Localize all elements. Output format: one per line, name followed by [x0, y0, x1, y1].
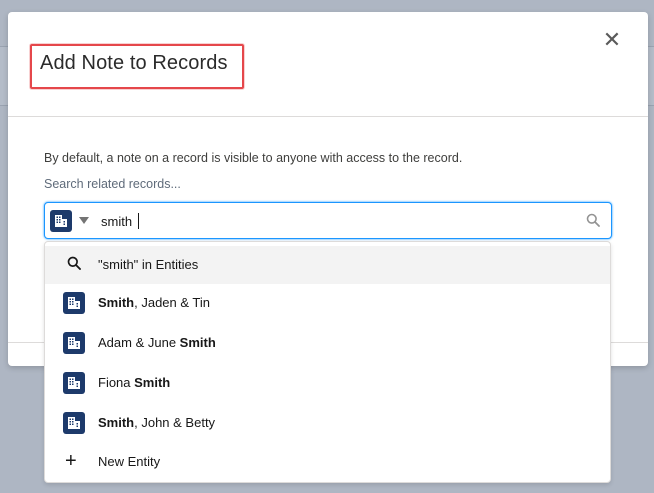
modal-header: Add Note to Records ✕ — [8, 12, 648, 117]
search-all-option[interactable]: "smith" in Entities — [45, 246, 610, 284]
chevron-down-icon[interactable] — [79, 217, 89, 224]
match-text: Smith — [134, 375, 171, 390]
search-input[interactable] — [101, 211, 561, 231]
result-item[interactable]: Smith, Jaden & Tin — [45, 284, 610, 322]
rest-text: Adam & June — [98, 335, 180, 350]
match-text: Smith — [98, 415, 135, 430]
result-label: Fiona Smith — [98, 375, 170, 390]
plus-icon: + — [65, 450, 77, 472]
rest-text: , Jaden & Tin — [134, 295, 211, 310]
result-item[interactable]: Smith, John & Betty — [45, 404, 610, 442]
entity-icon[interactable] — [50, 210, 72, 232]
text-cursor — [138, 213, 139, 229]
close-button[interactable]: ✕ — [600, 28, 624, 52]
entity-icon — [63, 332, 85, 354]
result-label: Smith, Jaden & Tin — [98, 295, 210, 310]
entity-icon — [63, 292, 85, 314]
rest-text: , John & Betty — [134, 415, 216, 430]
related-records-combobox[interactable] — [44, 202, 612, 239]
modal-title: Add Note to Records — [40, 52, 228, 74]
rest-text: Fiona — [98, 375, 135, 390]
search-icon — [67, 256, 81, 273]
match-text: Smith — [179, 335, 216, 350]
search-results-dropdown: "smith" in Entities Smith, Jaden & Tin A… — [44, 241, 611, 483]
search-all-label: "smith" in Entities — [98, 257, 199, 272]
result-item[interactable]: Adam & June Smith — [45, 324, 610, 362]
close-icon: ✕ — [602, 27, 622, 52]
result-label: Adam & June Smith — [98, 335, 216, 350]
helper-text: By default, a note on a record is visibl… — [44, 151, 463, 165]
result-label: Smith, John & Betty — [98, 415, 215, 430]
entity-icon — [63, 372, 85, 394]
new-entity-option[interactable]: + New Entity — [45, 443, 610, 481]
match-text: Smith — [98, 295, 135, 310]
new-entity-label: New Entity — [98, 454, 161, 469]
search-label: Search related records... — [44, 177, 181, 191]
result-item[interactable]: Fiona Smith — [45, 364, 610, 402]
search-icon — [586, 213, 600, 232]
entity-icon — [63, 412, 85, 434]
